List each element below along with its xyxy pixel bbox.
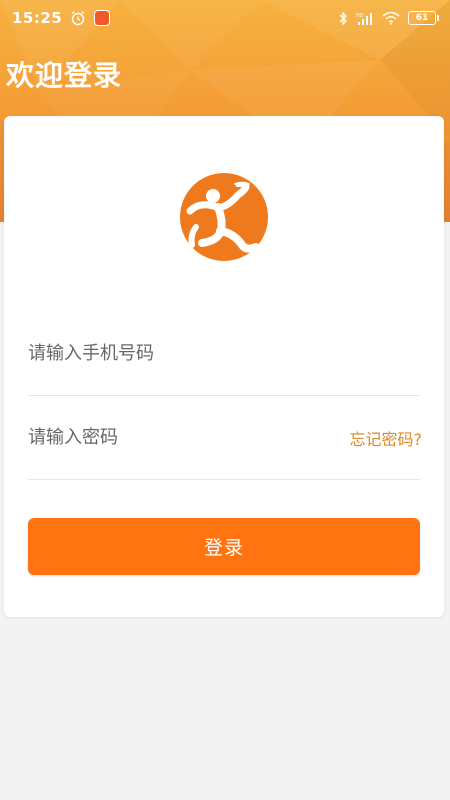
battery-icon: 61 [408, 11, 439, 25]
status-right: HD 61 [338, 10, 439, 26]
login-card: 忘记密码? 登录 [4, 116, 444, 617]
alarm-icon [70, 10, 86, 26]
status-left: 15:25 [12, 9, 111, 27]
running-courier-logo [180, 173, 268, 261]
app-notification-icon [94, 10, 111, 26]
login-button[interactable]: 登录 [28, 518, 420, 575]
page-title: 欢迎登录 [6, 59, 123, 92]
phone-field [28, 312, 420, 396]
forgot-password-link[interactable]: 忘记密码? [350, 426, 423, 450]
password-input[interactable] [28, 427, 308, 448]
bluetooth-icon [338, 10, 348, 26]
wifi-icon [382, 11, 400, 25]
phone-input[interactable] [28, 343, 420, 364]
hd-signal-icon: HD [356, 11, 374, 26]
password-field: 忘记密码? [28, 396, 423, 480]
status-time: 15:25 [12, 9, 63, 27]
status-bar: 15:25 HD 61 [0, 0, 450, 36]
svg-text:HD: HD [356, 13, 364, 19]
battery-level: 61 [415, 13, 429, 23]
